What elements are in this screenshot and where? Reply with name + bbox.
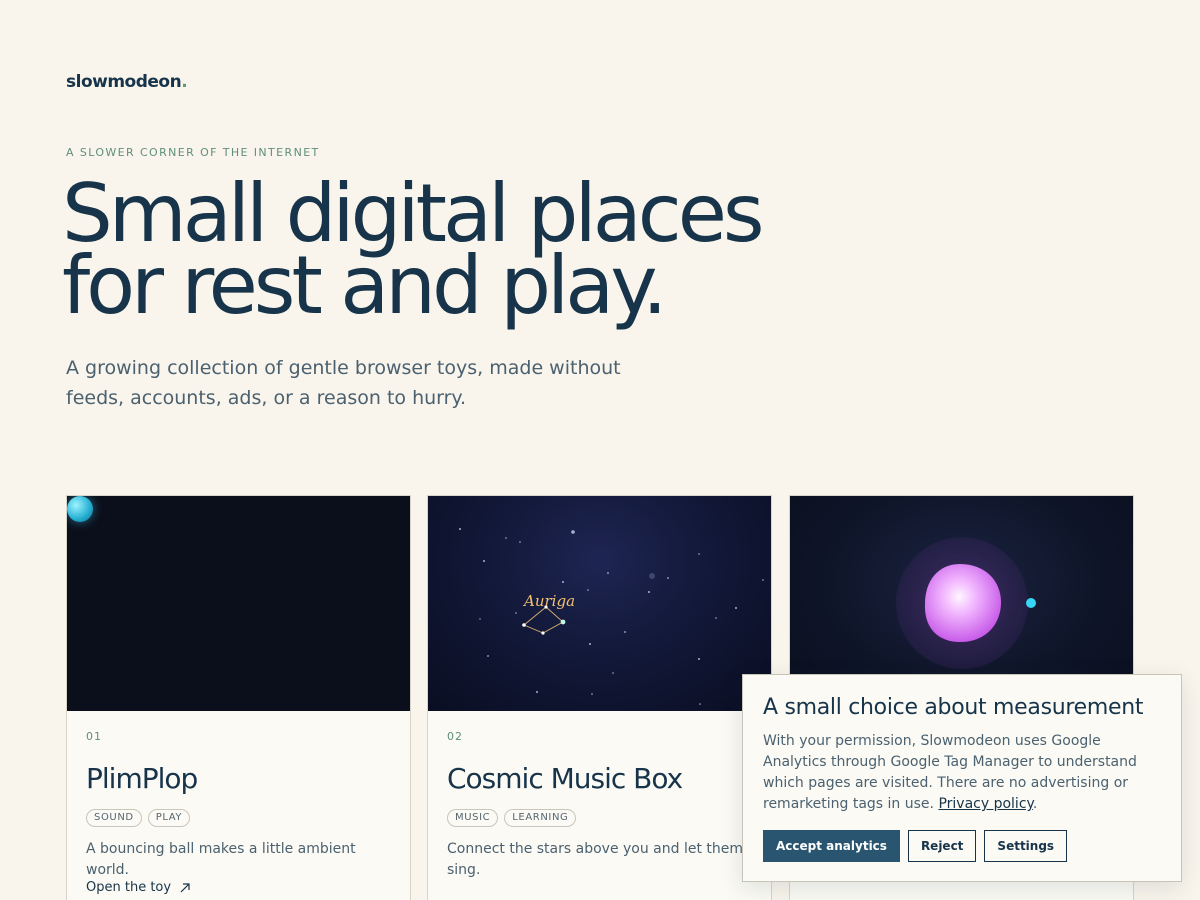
- card-description: A bouncing ball makes a little ambient w…: [86, 841, 356, 878]
- starfield: Auriga: [459, 528, 764, 705]
- settings-button[interactable]: Settings: [984, 830, 1068, 862]
- toy-card-plimplop[interactable]: 01 PlimPlop SOUND PLAY A bouncing ball m…: [66, 495, 411, 900]
- plimplop-preview: [67, 496, 410, 711]
- cosmic-music-box-preview: Auriga: [428, 496, 771, 711]
- card-number: 02: [447, 730, 463, 743]
- tag: LEARNING: [504, 809, 577, 827]
- card-tags: SOUND PLAY: [86, 809, 191, 827]
- hero-eyebrow: A SLOWER CORNER OF THE INTERNET: [66, 146, 320, 159]
- arrow-up-right-icon: [180, 882, 190, 892]
- card-number: 01: [86, 730, 102, 743]
- hero-title: Small digital places for rest and play.: [62, 174, 822, 326]
- card-title: Cosmic Music Box: [447, 762, 683, 795]
- card-title: PlimPlop: [86, 762, 198, 795]
- analytics-consent-banner: A small choice about measurement With yo…: [742, 674, 1182, 882]
- accept-analytics-button[interactable]: Accept analytics: [763, 830, 900, 862]
- bouncing-ball-icon: [67, 496, 93, 522]
- logo-text: slowmodeon: [66, 72, 182, 92]
- card-tags: MUSIC LEARNING: [447, 809, 577, 827]
- tag: MUSIC: [447, 809, 499, 827]
- open-toy-label: Open the toy: [86, 880, 172, 895]
- open-toy-link[interactable]: Open the toy: [86, 880, 191, 895]
- tag: PLAY: [147, 809, 191, 827]
- consent-suffix: .: [1032, 796, 1038, 812]
- hero-subtitle: A growing collection of gentle browser t…: [66, 357, 621, 409]
- consent-body: With your permission, Slowmodeon uses Go…: [763, 731, 1163, 815]
- glowing-orb-icon: [924, 564, 1002, 643]
- consent-buttons: Accept analytics Reject Settings: [763, 830, 1068, 862]
- tag: SOUND: [86, 809, 142, 827]
- card-description: Connect the stars above you and let them…: [447, 841, 744, 878]
- hero-title-line-2: for rest and play.: [62, 239, 668, 332]
- toy-card-cosmic-music-box[interactable]: Auriga 02 Cosmic Music Box MUSIC LEARNIN…: [427, 495, 772, 900]
- logo-dot: .: [181, 72, 188, 92]
- reject-button[interactable]: Reject: [907, 830, 977, 862]
- consent-title: A small choice about measurement: [763, 695, 1144, 720]
- constellation-label: Auriga: [522, 592, 575, 610]
- site-logo[interactable]: slowmodeon.: [66, 72, 188, 92]
- privacy-policy-link[interactable]: Privacy policy: [938, 796, 1032, 812]
